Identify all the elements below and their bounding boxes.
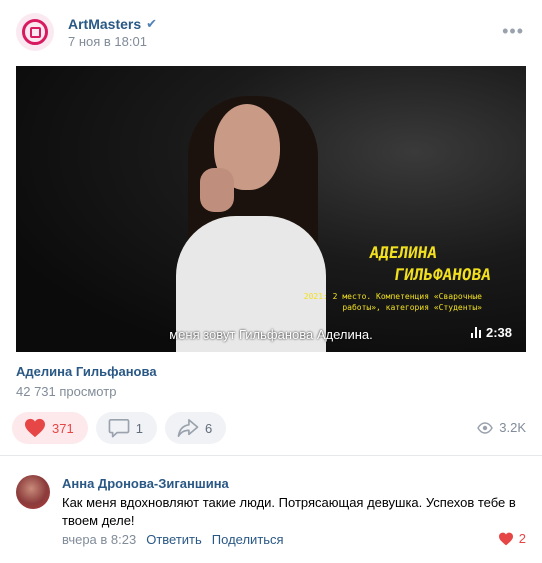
video-player[interactable]: АДЕЛИНА ГИЛЬФАНОВА 2021: 2 место. Компет…: [16, 66, 526, 352]
comment-button[interactable]: 1: [95, 412, 157, 444]
video-views: 42 731 просмотр: [16, 384, 117, 399]
post-actions: 371 1 6: [12, 412, 227, 444]
post-header: ArtMasters ✔ 7 ноя в 18:01 •••: [0, 0, 542, 64]
comment-like-button[interactable]: 2: [498, 531, 526, 546]
video-overlay-caption: 2021: 2 место. Компетенция «Сварочные ра…: [303, 292, 482, 312]
comment-text: Как меня вдохновляют такие люди. Потряса…: [62, 495, 516, 528]
heart-icon: [498, 532, 513, 545]
like-count: 371: [52, 420, 74, 436]
video-overlay-name-line1: АДЕЛИНА: [368, 243, 439, 262]
more-horizontal-icon[interactable]: •••: [502, 22, 524, 40]
view-count-text: 3.2K: [499, 420, 526, 435]
share-button[interactable]: 6: [164, 412, 227, 444]
verified-icon: ✔: [146, 16, 158, 31]
comments-divider: [0, 455, 542, 456]
artmasters-logo-icon: [22, 19, 48, 45]
video-duration-text: 2:38: [485, 325, 512, 340]
post-author-name[interactable]: ArtMasters: [68, 16, 141, 32]
like-button[interactable]: 371: [12, 412, 88, 444]
post-author[interactable]: ArtMasters ✔: [68, 16, 157, 32]
video-title[interactable]: Аделина Гильфанова: [16, 364, 157, 379]
comment-author-avatar[interactable]: [16, 475, 50, 509]
heart-icon: [25, 418, 45, 438]
video-subtitle: меня зовут Гильфанова Аделина.: [169, 327, 373, 342]
post-date[interactable]: 7 ноя в 18:01: [68, 34, 147, 49]
share-count: 6: [204, 420, 213, 436]
comment-time[interactable]: вчера в 8:23: [62, 532, 136, 547]
comment-reply-link[interactable]: Ответить: [146, 532, 202, 547]
comment-share-link[interactable]: Поделиться: [212, 532, 284, 547]
community-avatar[interactable]: [16, 13, 54, 51]
comment-like-count: 2: [518, 531, 526, 546]
audio-bars-icon: [470, 327, 481, 338]
comment-meta: вчера в 8:23 Ответить Поделиться: [62, 532, 284, 547]
video-overlay-name: АДЕЛИНА ГИЛЬФАНОВА: [365, 242, 496, 286]
share-icon: [177, 419, 199, 437]
video-overlay-name-line2: ГИЛЬФАНОВА: [393, 265, 493, 284]
eye-icon: [477, 421, 494, 434]
comment-author[interactable]: Анна Дронова-Зиганшина: [62, 476, 229, 491]
post-view-count: 3.2K: [477, 420, 526, 435]
comment-icon: [108, 419, 130, 438]
video-duration: 2:38: [470, 325, 512, 340]
comment-count: 1: [135, 420, 143, 436]
